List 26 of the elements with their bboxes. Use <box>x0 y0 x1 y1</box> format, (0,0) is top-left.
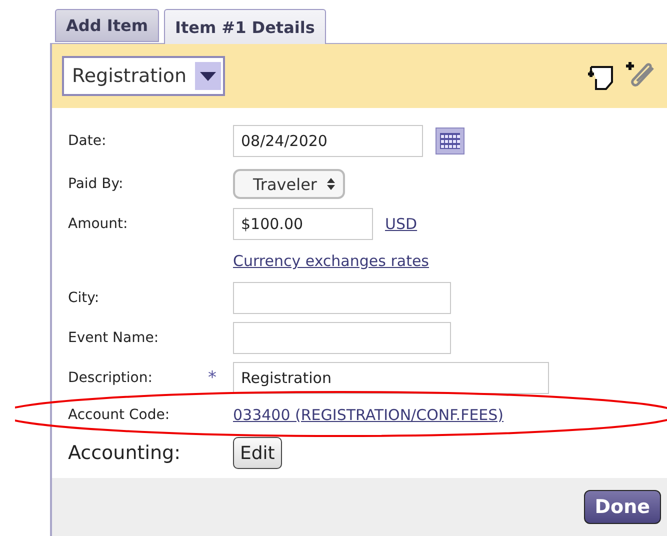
paid-by-select[interactable]: Traveler <box>233 169 345 199</box>
spinner-icon <box>326 177 335 191</box>
tab[interactable]: Add Item <box>55 9 159 42</box>
text-field[interactable]: Registration <box>233 362 549 394</box>
done-button[interactable]: Done <box>584 490 661 524</box>
field-label: Accounting: <box>68 442 182 464</box>
required-mark: * <box>208 368 218 388</box>
text-field[interactable] <box>233 282 451 314</box>
field-label: Date: <box>68 133 108 149</box>
date-field[interactable]: 08/24/2020 <box>233 125 423 157</box>
currency-link[interactable]: USD <box>385 215 418 233</box>
field-label: Amount: <box>68 216 129 232</box>
field-label: City: <box>68 290 100 306</box>
exchange-rates-link[interactable]: Currency exchanges rates <box>233 252 667 270</box>
calendar-icon[interactable] <box>435 127 465 155</box>
tab[interactable]: Item #1 Details <box>164 9 326 44</box>
field-label: Account Code: <box>68 407 171 423</box>
account-code-link[interactable]: 033400 (REGISTRATION/CONF.FEES) <box>233 406 667 424</box>
caret-icon <box>194 62 221 90</box>
amount-field[interactable]: $100.00 <box>233 208 373 240</box>
edit-button[interactable]: Edit <box>233 437 282 469</box>
field-label: Event Name: <box>68 330 160 346</box>
field-label: Description: <box>68 370 154 386</box>
text-field[interactable] <box>233 322 451 354</box>
expense-type-select[interactable]: Registration <box>62 56 225 96</box>
field-label: Paid By: <box>68 176 124 192</box>
